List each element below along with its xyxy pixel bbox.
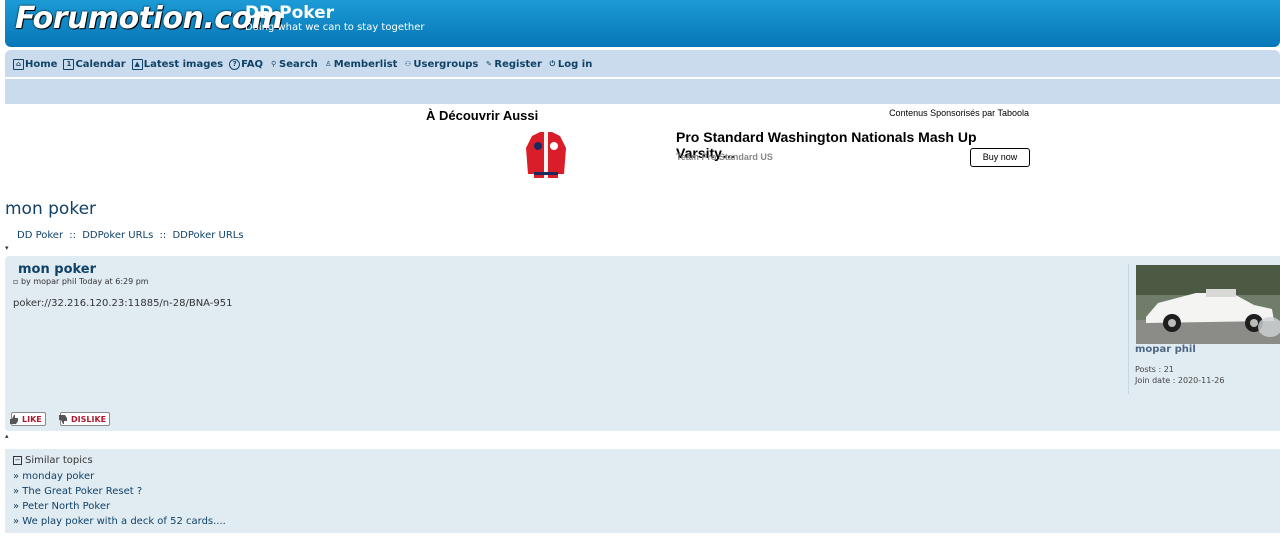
similar-topics-header[interactable]: − Similar topics bbox=[13, 455, 93, 466]
author-username[interactable]: mopar phil bbox=[1135, 344, 1196, 355]
author-join-date: Join date : 2020-11-26 bbox=[1135, 376, 1225, 385]
similar-topic-item[interactable]: » The Great Poker Reset ? bbox=[13, 484, 226, 499]
dislike-button[interactable]: DISLIKE bbox=[59, 412, 111, 426]
power-icon: ⏻ bbox=[549, 60, 556, 68]
scroll-down-icon[interactable]: ▾ bbox=[5, 244, 9, 252]
post-body: poker://32.216.120.23:11885/n-28/BNA-951 bbox=[13, 298, 233, 309]
author-stats: Posts : 21 Join date : 2020-11-26 bbox=[1135, 364, 1224, 386]
register-icon: ✎ bbox=[485, 60, 492, 68]
breadcrumb-subforum[interactable]: DDPoker URLs bbox=[172, 230, 243, 241]
similar-topics-list: » monday poker » The Great Poker Reset ?… bbox=[13, 469, 226, 529]
home-icon: ⌂ bbox=[13, 59, 24, 70]
forumotion-logo[interactable]: Forumotion.com bbox=[15, 0, 283, 38]
nav-usergroups[interactable]: ⚇ Usergroups bbox=[403, 59, 479, 70]
search-icon: ⚲ bbox=[270, 60, 277, 68]
nav-search[interactable]: ⚲ Search bbox=[269, 59, 318, 70]
similar-topics: − Similar topics » monday poker » The Gr… bbox=[5, 449, 1280, 533]
user-icon: ♙ bbox=[325, 60, 332, 68]
ad-source: Team Pro Standard US bbox=[676, 152, 773, 162]
nav-divider bbox=[5, 77, 1280, 79]
similar-topic-item[interactable]: » We play poker with a deck of 52 cards.… bbox=[13, 514, 226, 529]
site-description: Doing what we can to stay together bbox=[245, 22, 425, 33]
ad-sponsor-label[interactable]: Contenus Sponsorisés par Taboola bbox=[889, 108, 1029, 118]
help-icon: ? bbox=[229, 59, 241, 70]
calendar-icon: 1 bbox=[63, 59, 75, 70]
post-title[interactable]: mon poker bbox=[18, 262, 96, 277]
nav-home[interactable]: ⌂ Home bbox=[13, 59, 57, 70]
buy-now-button[interactable]: Buy now bbox=[970, 148, 1030, 167]
author-post-count: Posts : 21 bbox=[1135, 365, 1174, 374]
site-header: Forumotion.com DD Poker Doing what we ca… bbox=[5, 0, 1280, 47]
breadcrumb-category[interactable]: DDPoker URLs bbox=[82, 230, 153, 241]
breadcrumb: DD Poker :: DDPoker URLs :: DDPoker URLs bbox=[17, 230, 244, 241]
post: mon poker ▫ by mopar phil Today at 6:29 … bbox=[5, 256, 1280, 431]
similar-topic-item[interactable]: » Peter North Poker bbox=[13, 499, 226, 514]
breadcrumb-separator: :: bbox=[159, 230, 167, 241]
jacket-thumbnail[interactable] bbox=[524, 128, 568, 180]
breadcrumb-separator: :: bbox=[69, 230, 77, 241]
thumbs-up-icon bbox=[10, 414, 18, 424]
page-title[interactable]: mon poker bbox=[5, 199, 96, 219]
scroll-up-icon[interactable]: ▴ bbox=[5, 432, 9, 440]
nav-login[interactable]: ⏻ Log in bbox=[548, 59, 593, 70]
sponsored-block: À Découvrir Aussi Contenus Sponsorisés p… bbox=[426, 106, 1031, 186]
like-button[interactable]: LIKE bbox=[10, 412, 46, 426]
nav-register[interactable]: ✎ Register bbox=[484, 59, 542, 70]
similar-topic-item[interactable]: » monday poker bbox=[13, 469, 226, 484]
nav-faq[interactable]: ? FAQ bbox=[229, 59, 263, 70]
nav-memberlist[interactable]: ♙ Memberlist bbox=[324, 59, 397, 70]
nav-calendar[interactable]: 1 Calendar bbox=[63, 59, 126, 70]
post-icon: ▫ bbox=[13, 277, 21, 286]
image-icon: ▲ bbox=[131, 59, 143, 70]
nav-latest-images[interactable]: ▲ Latest images bbox=[131, 59, 223, 70]
site-title[interactable]: DD Poker bbox=[245, 3, 334, 23]
thumbs-down-icon bbox=[59, 414, 67, 424]
nav-menu: ⌂ Home 1 Calendar ▲ Latest images ? FAQ ⚲ Sea… bbox=[13, 59, 592, 70]
breadcrumb-forum[interactable]: DD Poker bbox=[17, 230, 63, 241]
group-icon: ⚇ bbox=[404, 60, 412, 68]
avatar[interactable] bbox=[1136, 265, 1280, 344]
ad-heading: À Découvrir Aussi bbox=[426, 108, 539, 123]
profile-divider bbox=[1128, 264, 1129, 394]
navigation-bar: ⌂ Home 1 Calendar ▲ Latest images ? FAQ ⚲ Sea… bbox=[5, 50, 1280, 104]
post-meta: ▫ by mopar phil Today at 6:29 pm bbox=[13, 277, 149, 286]
collapse-icon[interactable]: − bbox=[13, 456, 22, 465]
